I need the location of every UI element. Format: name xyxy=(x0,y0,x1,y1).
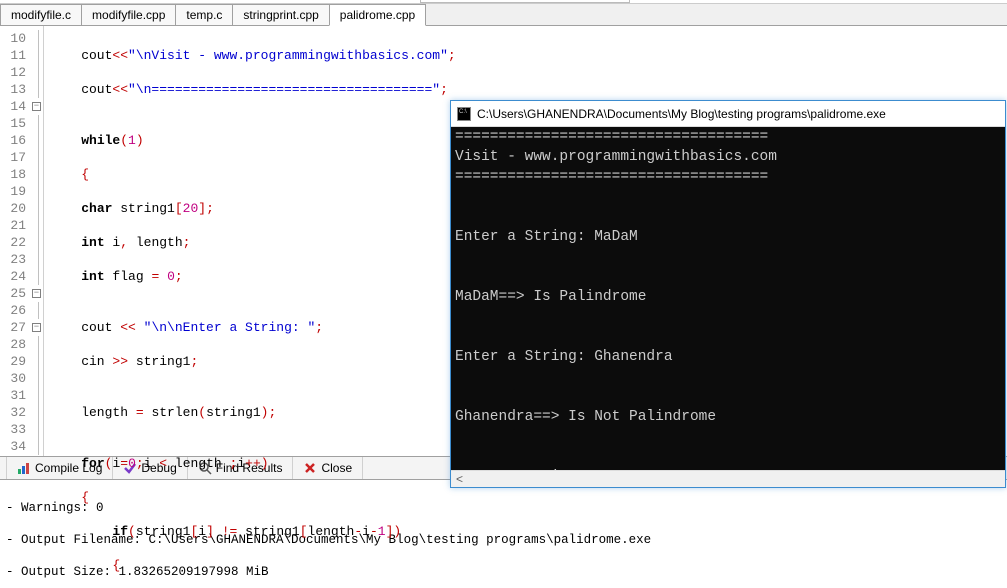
line-num: 33 xyxy=(0,421,26,438)
console-window[interactable]: C:\Users\GHANENDRA\Documents\My Blog\tes… xyxy=(450,100,1006,488)
fold-column: − − − xyxy=(30,26,44,456)
barchart-icon xyxy=(17,461,31,475)
console-output[interactable]: ==================================== Vis… xyxy=(451,127,1005,470)
fold-toggle-icon[interactable]: − xyxy=(32,102,41,111)
line-gutter: 10 11 12 13 14 15 16 17 18 19 20 21 22 2… xyxy=(0,26,30,456)
tab-stringprint-cpp[interactable]: stringprint.cpp xyxy=(232,4,329,25)
fold-toggle-icon[interactable]: − xyxy=(32,323,41,332)
line-num: 34 xyxy=(0,438,26,455)
line-num: 26 xyxy=(0,302,26,319)
line-num: 28 xyxy=(0,336,26,353)
line-num: 12 xyxy=(0,64,26,81)
line-num: 20 xyxy=(0,200,26,217)
line-num: 13 xyxy=(0,81,26,98)
line-num: 21 xyxy=(0,217,26,234)
line-num: 31 xyxy=(0,387,26,404)
line-num: 17 xyxy=(0,149,26,166)
line-num: 25 xyxy=(0,285,26,302)
line-num: 22 xyxy=(0,234,26,251)
console-scrollbar[interactable]: < xyxy=(451,470,1005,487)
line-num: 24 xyxy=(0,268,26,285)
tab-modifyfile-c[interactable]: modifyfile.c xyxy=(0,4,82,25)
tab-palidrome-cpp[interactable]: palidrome.cpp xyxy=(329,4,426,26)
fold-toggle-icon[interactable]: − xyxy=(32,289,41,298)
line-num: 27 xyxy=(0,319,26,336)
console-icon xyxy=(457,107,471,121)
line-num: 29 xyxy=(0,353,26,370)
line-num: 15 xyxy=(0,115,26,132)
line-num: 23 xyxy=(0,251,26,268)
line-num: 11 xyxy=(0,47,26,64)
console-titlebar[interactable]: C:\Users\GHANENDRA\Documents\My Blog\tes… xyxy=(451,101,1005,127)
console-title-text: C:\Users\GHANENDRA\Documents\My Blog\tes… xyxy=(477,107,886,121)
line-num: 16 xyxy=(0,132,26,149)
line-num: 32 xyxy=(0,404,26,421)
line-num: 10 xyxy=(0,30,26,47)
tab-modifyfile-cpp[interactable]: modifyfile.cpp xyxy=(81,4,176,25)
code-editor[interactable]: cout<<"\nVisit - www.programmingwithbasi… xyxy=(44,26,456,456)
line-num: 14 xyxy=(0,98,26,115)
line-num: 19 xyxy=(0,183,26,200)
line-num: 18 xyxy=(0,166,26,183)
scroll-left-icon[interactable]: < xyxy=(451,471,468,488)
line-num: 30 xyxy=(0,370,26,387)
tab-temp-c[interactable]: temp.c xyxy=(175,4,233,25)
file-tabs: modifyfile.c modifyfile.cpp temp.c strin… xyxy=(0,4,1007,26)
